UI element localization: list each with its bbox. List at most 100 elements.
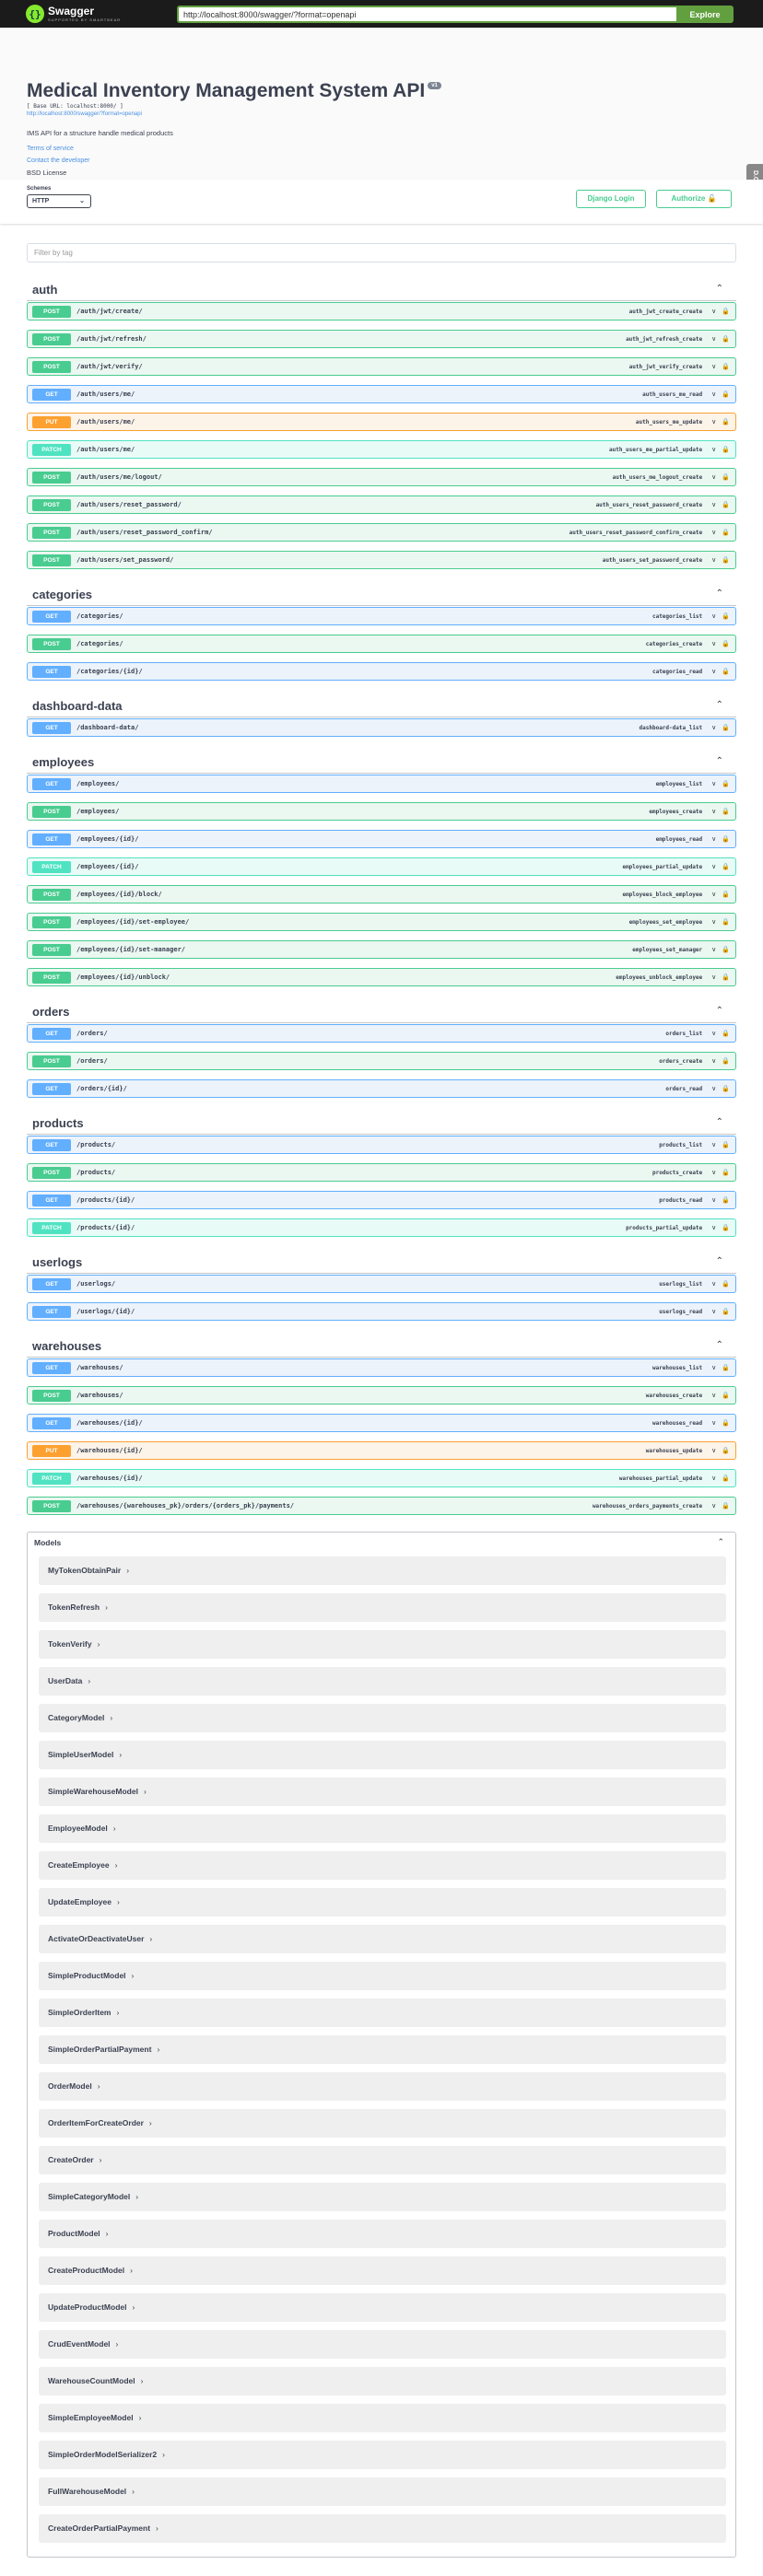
operation-auth_jwt_create_create[interactable]: POST/auth/jwt/create/auth_jwt_create_cre… <box>27 302 736 321</box>
chevron-up-icon[interactable]: ⌃ <box>716 1117 723 1127</box>
operation-auth_jwt_verify_create[interactable]: POST/auth/jwt/verify/auth_jwt_verify_cre… <box>27 357 736 376</box>
operation-categories_read[interactable]: GET/categories/{id}/ categories_read ∨ 🔒 <box>27 662 736 681</box>
chevron-down-icon[interactable]: ∨ <box>711 918 716 926</box>
operation-warehouses_update[interactable]: PUT/warehouses/{id}/ warehouses_update ∨ 🔒 <box>27 1441 736 1460</box>
model-FullWarehouseModel[interactable]: FullWarehouseModel › <box>39 2477 726 2506</box>
openapi-link[interactable]: http://localhost:8000/swagger/?format=op… <box>27 111 142 117</box>
model-CreateProductModel[interactable]: CreateProductModel › <box>39 2256 726 2285</box>
lock-icon[interactable]: 🔒 <box>722 891 730 898</box>
model-SimpleEmployeeModel[interactable]: SimpleEmployeeModel › <box>39 2404 726 2432</box>
chevron-down-icon[interactable]: ∨ <box>711 780 716 787</box>
chevron-down-icon[interactable]: ∨ <box>711 1224 716 1231</box>
chevron-down-icon[interactable]: ∨ <box>711 1364 716 1371</box>
operation-employees_partial_update[interactable]: PATCH/employees/{id}/ employees_partial_u… <box>27 857 736 876</box>
lock-icon[interactable]: 🔒 <box>722 668 730 675</box>
model-TokenRefresh[interactable]: TokenRefresh › <box>39 1593 726 1622</box>
tag-employees[interactable]: employees ⌃ <box>27 752 736 774</box>
lock-icon[interactable]: 🔒 <box>722 1308 730 1315</box>
operation-categories_create[interactable]: POST/categories/categories_create ∨ 🔒 <box>27 635 736 653</box>
contact-link[interactable]: Contact the developer <box>27 157 90 164</box>
lock-icon[interactable]: 🔒 <box>722 446 730 453</box>
model-SimpleOrderPartialPayment[interactable]: SimpleOrderPartialPayment › <box>39 2035 726 2064</box>
operation-employees_set_manager[interactable]: POST/employees/{id}/set-manager/employee… <box>27 940 736 959</box>
chevron-down-icon[interactable]: ∨ <box>711 1392 716 1399</box>
model-UserData[interactable]: UserData › <box>39 1667 726 1696</box>
model-OrderItemForCreateOrder[interactable]: OrderItemForCreateOrder › <box>39 2109 726 2138</box>
spec-url-input[interactable] <box>177 6 676 23</box>
operation-employees_list[interactable]: GET/employees/employees_list ∨ 🔒 <box>27 775 736 793</box>
lock-icon[interactable]: 🔒 <box>722 1057 730 1065</box>
operation-auth_users_reset_password_confirm_create[interactable]: POST/auth/users/reset_password_confirm/a… <box>27 523 736 542</box>
model-ActivateOrDeactivateUser[interactable]: ActivateOrDeactivateUser › <box>39 1925 726 1953</box>
lock-icon[interactable]: 🔒 <box>722 390 730 398</box>
filter-input[interactable]: Filter by tag <box>27 243 736 262</box>
lock-icon[interactable]: 🔒 <box>722 363 730 370</box>
chevron-down-icon[interactable]: ∨ <box>711 556 716 564</box>
chevron-down-icon[interactable]: ∨ <box>711 835 716 843</box>
lock-icon[interactable]: 🔒 <box>722 1280 730 1288</box>
lock-icon[interactable]: 🔒 <box>722 780 730 787</box>
chevron-down-icon[interactable]: ∨ <box>711 1196 716 1204</box>
chevron-down-icon[interactable]: ∨ <box>711 973 716 981</box>
operation-warehouses_orders_payments_create[interactable]: POST/warehouses/{warehouses_pk}/orders/{… <box>27 1497 736 1515</box>
lock-icon[interactable]: 🔒 <box>722 1364 730 1371</box>
tag-warehouses[interactable]: warehouses ⌃ <box>27 1335 736 1358</box>
explore-button[interactable]: Explore <box>676 6 734 23</box>
operation-categories_list[interactable]: GET/categories/categories_list ∨ 🔒 <box>27 607 736 625</box>
chevron-up-icon[interactable]: ⌃ <box>716 284 723 294</box>
chevron-down-icon[interactable]: ∨ <box>711 418 716 425</box>
chevron-down-icon[interactable]: ∨ <box>711 1169 716 1176</box>
operation-employees_block_employee[interactable]: POST/employees/{id}/block/employees_bloc… <box>27 885 736 903</box>
operation-auth_users_me_update[interactable]: PUT/auth/users/me/auth_users_me_update ∨ 🔒 <box>27 413 736 431</box>
lock-icon[interactable]: 🔒 <box>722 335 730 343</box>
lock-icon[interactable]: 🔒 <box>722 473 730 481</box>
lock-icon[interactable]: 🔒 <box>722 1474 730 1482</box>
chevron-up-icon[interactable]: ⌃ <box>717 1537 724 1547</box>
lock-icon[interactable]: 🔒 <box>722 640 730 647</box>
model-ProductModel[interactable]: ProductModel › <box>39 2220 726 2248</box>
chevron-down-icon[interactable]: ∨ <box>711 1057 716 1065</box>
model-CrudEventModel[interactable]: CrudEventModel › <box>39 2330 726 2359</box>
lock-icon[interactable]: 🔒 <box>722 973 730 981</box>
operation-auth_users_me_logout_create[interactable]: POST/auth/users/me/logout/auth_users_me_… <box>27 468 736 486</box>
lock-icon[interactable]: 🔒 <box>722 863 730 870</box>
operation-auth_users_reset_password_create[interactable]: POST/auth/users/reset_password/auth_user… <box>27 495 736 514</box>
chevron-down-icon[interactable]: ∨ <box>711 891 716 898</box>
chevron-up-icon[interactable]: ⌃ <box>716 1340 723 1350</box>
operation-products_read[interactable]: GET/products/{id}/ products_read ∨ 🔒 <box>27 1191 736 1209</box>
operation-auth_users_me_partial_update[interactable]: PATCH/auth/users/me/auth_users_me_partia… <box>27 440 736 459</box>
operation-auth_users_set_password_create[interactable]: POST/auth/users/set_password/auth_users_… <box>27 551 736 569</box>
chevron-down-icon[interactable]: ∨ <box>711 668 716 675</box>
chevron-down-icon[interactable]: ∨ <box>711 1447 716 1454</box>
operation-warehouses_list[interactable]: GET/warehouses/warehouses_list ∨ 🔒 <box>27 1358 736 1377</box>
model-SimpleProductModel[interactable]: SimpleProductModel › <box>39 1962 726 1990</box>
lock-icon[interactable]: 🔒 <box>722 501 730 508</box>
chevron-down-icon[interactable]: ∨ <box>711 335 716 343</box>
operation-userlogs_list[interactable]: GET/userlogs/userlogs_list ∨ 🔒 <box>27 1275 736 1293</box>
tag-orders[interactable]: orders ⌃ <box>27 1001 736 1023</box>
lock-icon[interactable]: 🔒 <box>722 918 730 926</box>
tag-userlogs[interactable]: userlogs ⌃ <box>27 1252 736 1274</box>
chevron-down-icon[interactable]: ∨ <box>711 863 716 870</box>
chevron-down-icon[interactable]: ∨ <box>711 308 716 315</box>
lock-icon[interactable]: 🔒 <box>722 1141 730 1148</box>
model-CategoryModel[interactable]: CategoryModel › <box>39 1704 726 1732</box>
model-CreateOrderPartialPayment[interactable]: CreateOrderPartialPayment › <box>39 2514 726 2543</box>
operation-products_create[interactable]: POST/products/products_create ∨ 🔒 <box>27 1163 736 1182</box>
chevron-down-icon[interactable]: ∨ <box>711 473 716 481</box>
lock-icon[interactable]: 🔒 <box>722 1447 730 1454</box>
chevron-down-icon[interactable]: ∨ <box>711 640 716 647</box>
chevron-down-icon[interactable]: ∨ <box>711 446 716 453</box>
operation-orders_create[interactable]: POST/orders/orders_create ∨ 🔒 <box>27 1052 736 1070</box>
lock-icon[interactable]: 🔒 <box>722 1169 730 1176</box>
model-SimpleCategoryModel[interactable]: SimpleCategoryModel › <box>39 2183 726 2211</box>
model-SimpleOrderItem[interactable]: SimpleOrderItem › <box>39 1999 726 2027</box>
tag-categories[interactable]: categories ⌃ <box>27 584 736 606</box>
operation-products_list[interactable]: GET/products/products_list ∨ 🔒 <box>27 1136 736 1154</box>
operation-warehouses_partial_update[interactable]: PATCH/warehouses/{id}/ warehouses_partial… <box>27 1469 736 1487</box>
chevron-down-icon[interactable]: ∨ <box>711 1280 716 1288</box>
lock-icon[interactable]: 🔒 <box>722 556 730 564</box>
lock-icon[interactable]: 🔒 <box>722 835 730 843</box>
model-WarehouseCountModel[interactable]: WarehouseCountModel › <box>39 2367 726 2395</box>
chevron-down-icon[interactable]: ∨ <box>711 1502 716 1509</box>
